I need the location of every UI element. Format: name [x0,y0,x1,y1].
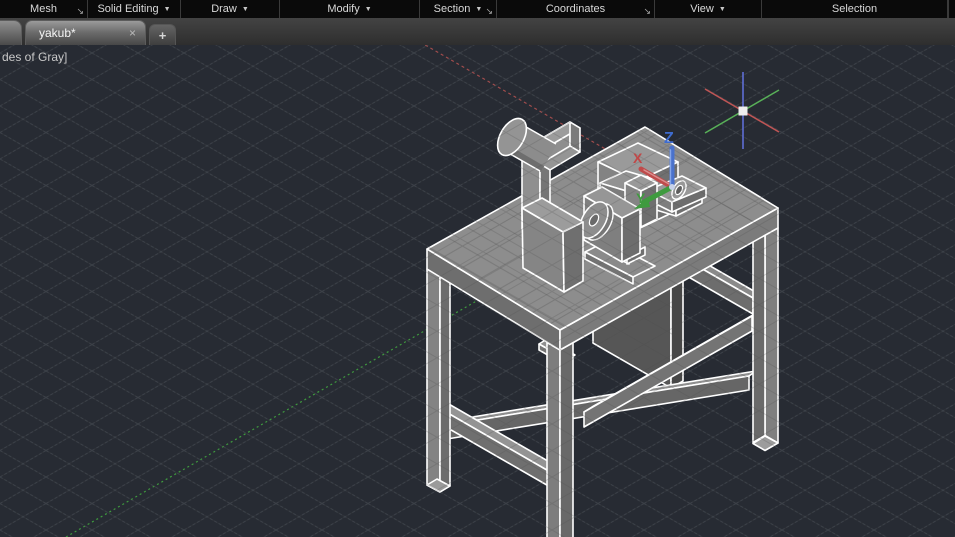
new-tab-button[interactable]: + [149,24,176,45]
ribbon-panel-bar: Mesh ↘ Solid Editing ▼ Draw ▼ Modify ▼ Section ▼ ↘… [0,0,955,18]
ucs-x-label: X [633,150,643,166]
chevron-down-icon[interactable]: ▼ [164,5,171,13]
ribbon-panel-coordinates[interactable]: Coordinates ↘ [497,0,655,18]
model-3d-table-machine: X Y Z [0,41,955,537]
ribbon-panel-label: Selection [831,3,878,15]
autocad-window: XYZ des of Gray] Mesh ↘ Solid Editing ▼ Draw… [0,0,955,537]
ribbon-panel-selection[interactable]: Selection [762,0,948,18]
ribbon-filler [948,0,955,18]
ucs-y-label: Y [636,190,646,206]
dialog-launcher-icon[interactable]: ↘ [643,7,651,16]
ucs-origin [669,184,675,190]
grid-overlay [0,45,955,537]
ribbon-panel-label: View [690,3,714,15]
file-tab-label: yakub* [39,26,76,40]
chevron-down-icon[interactable]: ▼ [475,5,482,13]
file-tab-partial[interactable] [0,20,22,45]
file-tab-active[interactable]: yakub* × [25,20,146,45]
dialog-launcher-icon[interactable]: ↘ [485,7,493,16]
ribbon-panel-label: Section [433,3,471,15]
chevron-down-icon[interactable]: ▼ [719,5,726,13]
ribbon-panel-label: Coordinates [545,3,606,15]
visual-style-status-text: des of Gray] [2,50,68,64]
ucs-z-label: Z [664,130,674,147]
ribbon-panel-view[interactable]: View ▼ [655,0,762,18]
chevron-down-icon[interactable]: ▼ [242,5,249,13]
drawing-viewport[interactable]: X Y Z [0,0,955,537]
ribbon-panel-modify[interactable]: Modify ▼ [280,0,420,18]
ribbon-panel-solid-editing[interactable]: Solid Editing ▼ [88,0,181,18]
ribbon-panel-label: Draw [211,3,237,15]
ribbon-panel-label: Mesh [30,3,57,15]
close-tab-icon[interactable]: × [129,27,136,39]
ribbon-panel-label: Modify [327,3,360,15]
chevron-down-icon[interactable]: ▼ [365,5,372,13]
ribbon-panel-section[interactable]: Section ▼ ↘ [420,0,497,18]
ribbon-panel-label: Solid Editing [97,3,159,15]
ribbon-panel-draw[interactable]: Draw ▼ [181,0,280,18]
file-tab-bar: yakub* × + [0,18,955,45]
pickbox [738,106,748,116]
dialog-launcher-icon[interactable]: ↘ [76,7,84,16]
ribbon-panel-mesh[interactable]: Mesh ↘ [0,0,88,18]
